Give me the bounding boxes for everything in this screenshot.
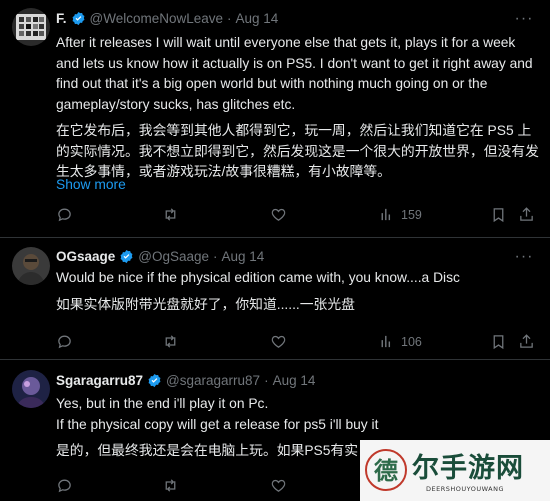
bookmark-button[interactable]: [490, 206, 507, 223]
handle[interactable]: @sgaragarru87: [166, 373, 260, 388]
views-button[interactable]: 106: [378, 333, 422, 350]
share-button[interactable]: [518, 206, 535, 223]
reply-icon: [58, 208, 71, 222]
tweet-text: Would be nice if the physical edition ca…: [56, 268, 542, 315]
tweet-text-en: After it releases I will wait until ever…: [56, 35, 533, 112]
separator-dot: ·: [227, 11, 232, 26]
tweet-text-zh: 如果实体版附带光盘就好了，你知道......一张光盘: [56, 296, 355, 312]
show-more-link[interactable]: Show more: [56, 177, 126, 192]
retweet-button[interactable]: [162, 206, 179, 223]
watermark-text: 尔手游网: [412, 453, 524, 484]
heart-icon: [271, 479, 286, 492]
views-chart-icon: [381, 208, 391, 221]
tweet-header: Sgaragarru87 @sgaragarru87 · Aug 14: [56, 373, 315, 388]
more-dots-icon[interactable]: ···: [514, 11, 534, 27]
timestamp[interactable]: Aug 14: [273, 373, 316, 388]
retweet-button[interactable]: [162, 477, 179, 494]
timestamp[interactable]: Aug 14: [236, 11, 279, 26]
tweet-text-zh: 在它发布后，我会等到其他人都得到它，玩一周，然后让我们知道它在 PS5 上的实际…: [56, 123, 539, 179]
separator-dot: ·: [264, 373, 269, 388]
verified-badge-icon: [72, 11, 84, 26]
timestamp[interactable]: Aug 14: [222, 249, 265, 264]
bookmark-icon: [493, 208, 504, 223]
tweet-2[interactable]: OGsaage @OgSaage · Aug 14 ··· Would be n…: [0, 238, 550, 359]
avatar[interactable]: [12, 8, 50, 46]
views-count: 106: [401, 334, 422, 349]
reply-button[interactable]: [56, 477, 73, 494]
views-chart-icon: [381, 335, 391, 348]
bookmark-button[interactable]: [490, 333, 507, 350]
share-icon: [520, 334, 533, 348]
reply-icon: [58, 335, 71, 349]
watermark-subtext: DEERSHOUYOUWANG: [426, 485, 505, 493]
tweet-text-en: Would be nice if the physical edition ca…: [56, 270, 460, 285]
verified-badge-icon: [148, 373, 161, 388]
separator-dot: ·: [213, 249, 218, 264]
bookmark-icon: [493, 335, 504, 350]
watermark-logo-char: 德: [374, 456, 398, 485]
display-name[interactable]: F.: [56, 11, 67, 26]
tweet-header: OGsaage @OgSaage · Aug 14: [56, 249, 264, 264]
watermark-logo-icon: 德: [365, 449, 407, 491]
share-icon: [520, 207, 533, 221]
handle[interactable]: @OgSaage: [138, 249, 209, 264]
reply-button[interactable]: [56, 333, 73, 350]
like-button[interactable]: [270, 477, 287, 494]
tweet-text-en-2: If the physical copy will get a release …: [56, 416, 379, 432]
retweet-icon: [165, 208, 176, 221]
tweet-1[interactable]: F. @WelcomeNowLeave · Aug 14 ··· After i…: [0, 0, 550, 237]
handle[interactable]: @WelcomeNowLeave: [90, 11, 224, 26]
display-name[interactable]: OGsaage: [56, 249, 115, 264]
retweet-icon: [165, 335, 176, 348]
like-button[interactable]: [270, 206, 287, 223]
tweet-actions: 159: [56, 206, 534, 224]
views-count: 159: [401, 207, 422, 222]
reply-icon: [58, 479, 71, 493]
share-button[interactable]: [518, 333, 535, 350]
tweet-text-en-1: Yes, but in the end i'll play it on Pc.: [56, 396, 269, 411]
views-button[interactable]: 159: [378, 206, 422, 223]
more-dots-icon[interactable]: ···: [514, 249, 534, 265]
heart-icon: [271, 335, 286, 348]
tweet-text: After it releases I will wait until ever…: [56, 33, 542, 183]
verified-badge-icon: [120, 249, 133, 264]
reply-button[interactable]: [56, 206, 73, 223]
tweet-actions: 106: [56, 333, 534, 351]
heart-icon: [271, 208, 286, 221]
like-button[interactable]: [270, 333, 287, 350]
retweet-icon: [165, 479, 176, 492]
retweet-button[interactable]: [162, 333, 179, 350]
tweet-header: F. @WelcomeNowLeave · Aug 14: [56, 11, 278, 26]
avatar[interactable]: [12, 370, 50, 408]
display-name[interactable]: Sgaragarru87: [56, 373, 143, 388]
avatar[interactable]: [12, 247, 50, 285]
site-watermark: 德 尔手游网 DEERSHOUYOUWANG: [360, 440, 550, 501]
